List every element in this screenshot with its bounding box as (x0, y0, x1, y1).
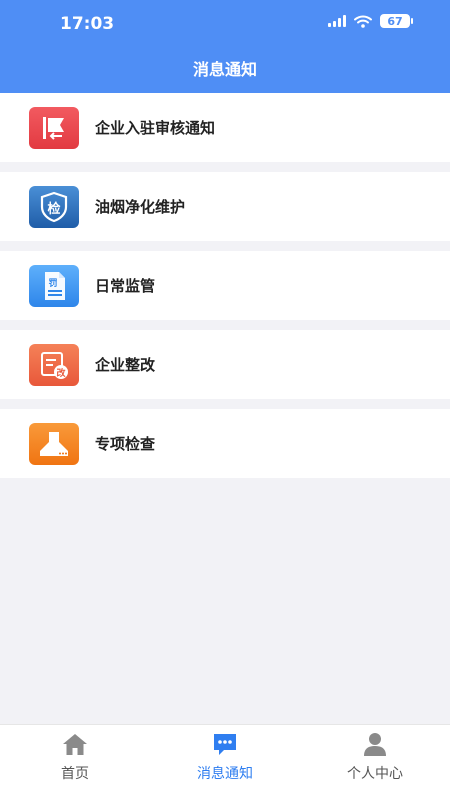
wifi-icon (354, 15, 372, 28)
cellular-signal-icon (328, 15, 346, 27)
user-icon (364, 733, 386, 756)
tab-label: 个人中心 (347, 766, 403, 782)
notification-list: 企业入驻审核通知 检 油烟净化维护 罚 日常监管 改 企业整改 专项检查 (0, 93, 450, 488)
penalty-document-icon: 罚 (29, 264, 79, 307)
range-hood-icon (29, 422, 79, 465)
tab-bar: 首页 消息通知 个人中心 (0, 724, 450, 801)
list-item-special-inspection[interactable]: 专项检查 (0, 409, 450, 478)
tab-label: 消息通知 (197, 766, 253, 782)
status-time: 17:03 (60, 14, 115, 34)
item-label: 企业整改 (95, 356, 156, 374)
header: 17:03 67 消息通知 (0, 0, 450, 93)
rectification-document-icon: 改 (29, 343, 79, 386)
page-title: 消息通知 (192, 60, 257, 79)
home-icon (63, 734, 87, 755)
message-icon (214, 734, 236, 755)
inspection-glyph: 检 (47, 201, 60, 217)
list-item-daily-supervision[interactable]: 罚 日常监管 (0, 251, 450, 320)
list-item-enterprise-review[interactable]: 企业入驻审核通知 (0, 93, 450, 162)
inspection-shield-icon: 检 (29, 185, 79, 228)
rectification-glyph: 改 (56, 367, 66, 379)
status-indicators: 67 (328, 14, 413, 28)
penalty-glyph: 罚 (48, 278, 57, 289)
item-label: 日常监管 (95, 277, 156, 295)
item-label: 企业入驻审核通知 (95, 119, 216, 137)
flag-icon (29, 106, 79, 149)
list-item-fume-maintenance[interactable]: 检 油烟净化维护 (0, 172, 450, 241)
list-item-rectification[interactable]: 改 企业整改 (0, 330, 450, 399)
battery-icon: 67 (380, 14, 413, 28)
tab-messages[interactable]: 消息通知 (150, 725, 300, 801)
tab-profile[interactable]: 个人中心 (300, 725, 450, 801)
tab-label: 首页 (61, 766, 89, 782)
tab-home[interactable]: 首页 (0, 725, 150, 801)
item-label: 专项检查 (95, 435, 156, 453)
item-label: 油烟净化维护 (95, 198, 186, 216)
